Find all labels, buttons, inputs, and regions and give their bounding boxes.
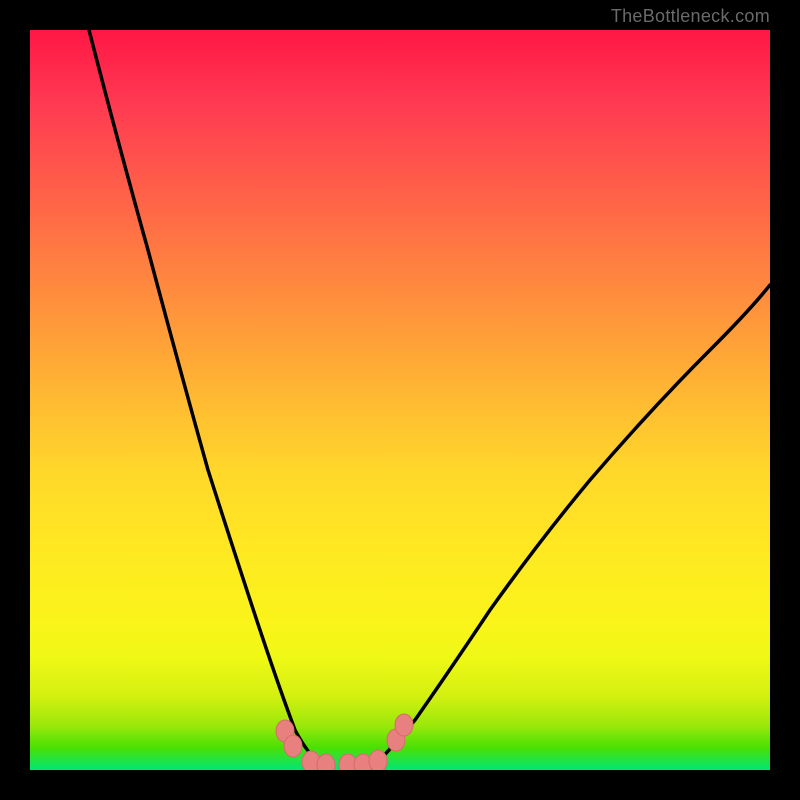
watermark-text: TheBottleneck.com	[611, 6, 770, 27]
marker-4	[317, 754, 335, 770]
marker-2	[284, 735, 302, 757]
data-point-markers	[276, 714, 413, 770]
marker-9	[395, 714, 413, 736]
marker-layer	[30, 30, 770, 770]
plot-area	[30, 30, 770, 770]
marker-7	[369, 750, 387, 770]
chart-frame: TheBottleneck.com	[0, 0, 800, 800]
